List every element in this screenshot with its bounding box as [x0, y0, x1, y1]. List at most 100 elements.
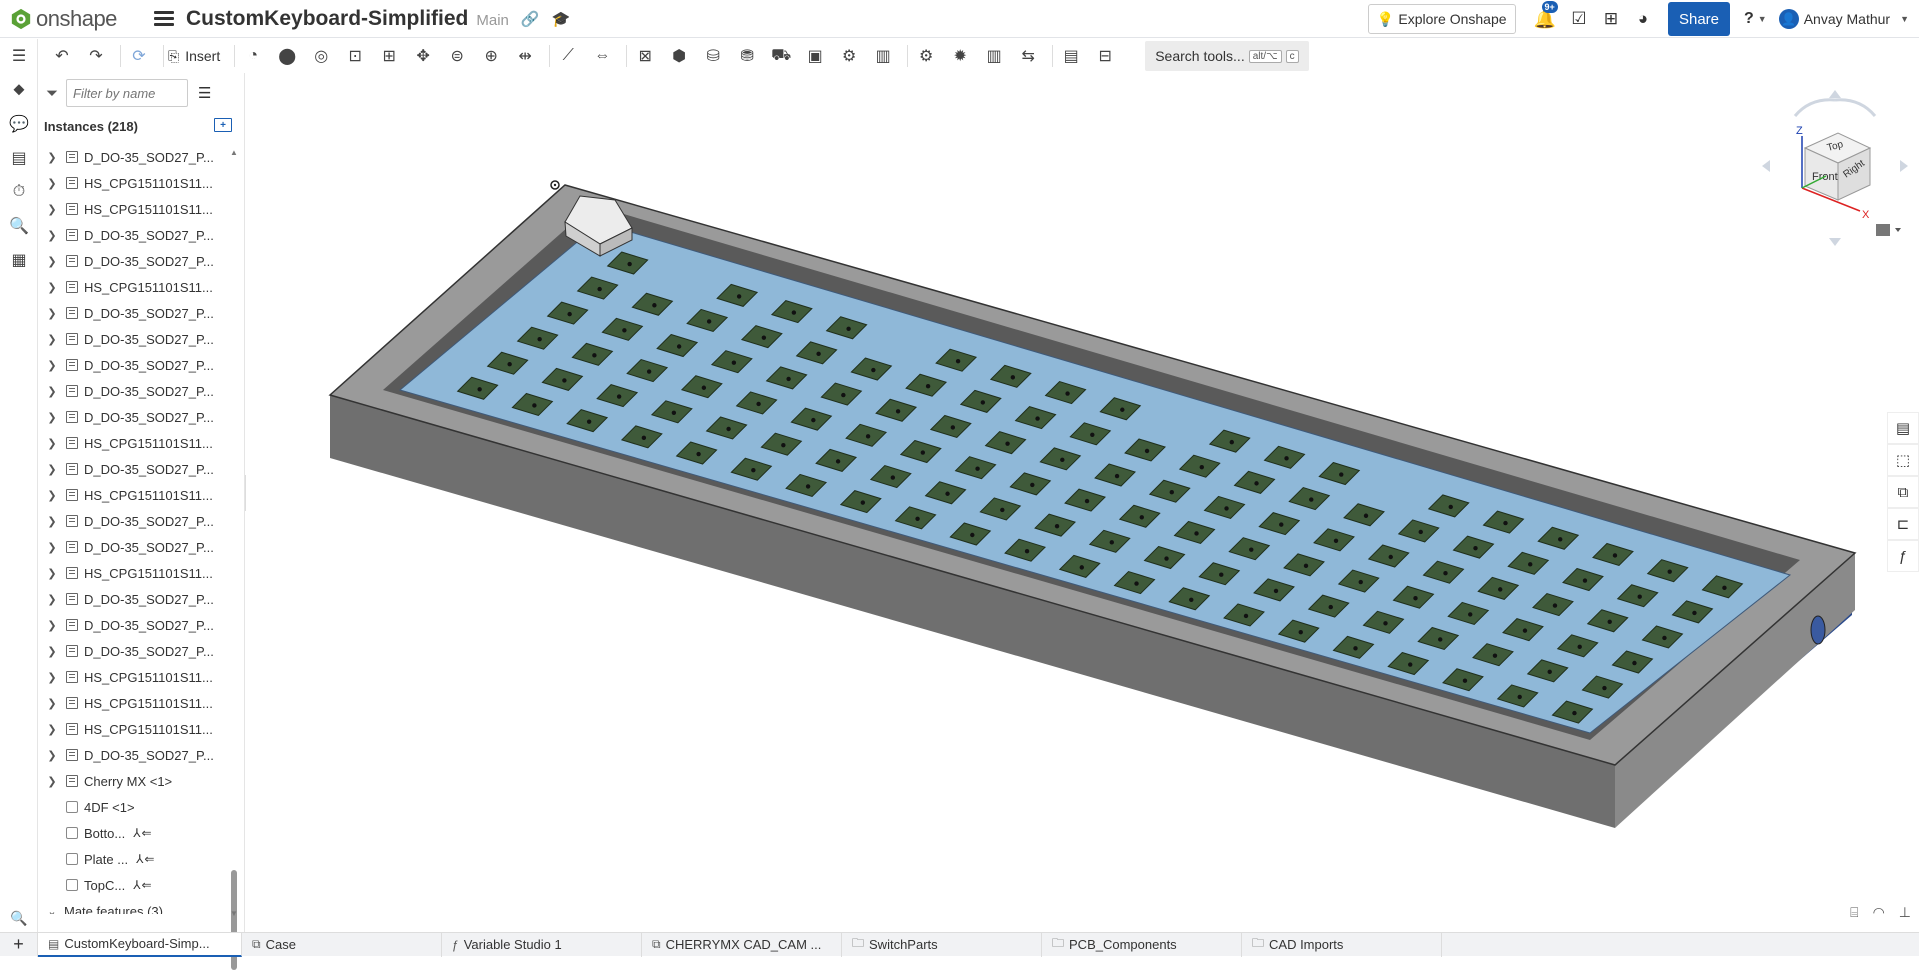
- graphics-viewport[interactable]: [246, 73, 1886, 932]
- tree-row[interactable]: ❯ HS_CPG151101S11...: [38, 560, 228, 586]
- width-mate-icon[interactable]: ⇔: [588, 43, 616, 69]
- document-tab[interactable]: ƒ Variable Studio 1: [442, 932, 642, 957]
- mate-connector-icon[interactable]: ⊠: [631, 43, 659, 69]
- user-chevron-down-icon[interactable]: ▼: [1900, 14, 1909, 24]
- share-button[interactable]: Share: [1667, 2, 1730, 36]
- rack-pinion-icon[interactable]: ⛃: [733, 43, 761, 69]
- document-tab[interactable]: 🗀 SwitchParts: [842, 932, 1042, 957]
- learning-center-icon[interactable]: 🎓: [552, 10, 571, 28]
- view-options-cube-icon[interactable]: [1876, 224, 1890, 236]
- section-tool-icon[interactable]: ⊥: [1899, 904, 1911, 921]
- usb-port[interactable]: [1810, 615, 1826, 645]
- section-view-icon[interactable]: ▥: [869, 43, 897, 69]
- palette-icon[interactable]: ◕: [1634, 9, 1652, 29]
- tasks-icon[interactable]: ☑: [1570, 9, 1588, 29]
- expand-chevron-icon[interactable]: ❯: [44, 281, 60, 294]
- history-icon[interactable]: ⏱: [0, 175, 38, 209]
- appearance-panel-icon[interactable]: 🔍: [0, 904, 38, 932]
- redo-icon[interactable]: ↷: [82, 43, 110, 69]
- tree-row[interactable]: ❯ D_DO-35_SOD27_P...: [38, 586, 228, 612]
- tree-row[interactable]: ❯ D_DO-35_SOD27_P...: [38, 144, 228, 170]
- linear-relation-icon[interactable]: ▣: [801, 43, 829, 69]
- view-cube[interactable]: Top Front Right Z X: [1760, 88, 1910, 248]
- measure-icon[interactable]: ▥: [980, 43, 1008, 69]
- pin-slot-mate-icon[interactable]: ⊜: [443, 43, 471, 69]
- collapse-chevron-icon[interactable]: ⌄: [44, 905, 60, 915]
- explode-icon[interactable]: ⚙: [835, 43, 863, 69]
- tree-row[interactable]: ❯ HS_CPG151101S11...: [38, 430, 228, 456]
- tree-row[interactable]: ❯ D_DO-35_SOD27_P...: [38, 248, 228, 274]
- appearance-panel-icon[interactable]: ⬚: [1887, 444, 1919, 476]
- help-icon[interactable]: ?: [1744, 10, 1754, 28]
- tree-row[interactable]: Botto... ⅄⇐: [38, 820, 228, 846]
- expand-chevron-icon[interactable]: ❯: [44, 255, 60, 268]
- expand-chevron-icon[interactable]: ❯: [44, 723, 60, 736]
- expand-chevron-icon[interactable]: ❯: [44, 619, 60, 632]
- document-tab[interactable]: ▤ CustomKeyboard-Simp...: [38, 932, 242, 957]
- expand-chevron-icon[interactable]: ❯: [44, 593, 60, 606]
- scroll-up-arrow-icon[interactable]: ▲: [230, 148, 238, 157]
- insert-button[interactable]: ⎘ Insert: [168, 48, 220, 65]
- expand-chevron-icon[interactable]: ❯: [44, 515, 60, 528]
- document-tab[interactable]: ⧉ CHERRYMX CAD_CAM ...: [642, 932, 842, 957]
- tangent-mate-icon[interactable]: ⟋: [554, 43, 582, 69]
- cylindrical-mate-icon[interactable]: ✥: [409, 43, 437, 69]
- expand-chevron-icon[interactable]: ❯: [44, 645, 60, 658]
- tree-row[interactable]: ❯ HS_CPG151101S11...: [38, 274, 228, 300]
- properties-icon[interactable]: ▦: [0, 243, 38, 277]
- expand-chevron-icon[interactable]: ❯: [44, 359, 60, 372]
- filter-by-name-input[interactable]: [66, 79, 189, 107]
- new-folder-icon[interactable]: +: [214, 118, 232, 132]
- tree-row[interactable]: Plate ... ⅄⇐: [38, 846, 228, 872]
- bill-of-materials-icon[interactable]: ▤: [0, 141, 38, 175]
- tree-row[interactable]: ❯ HS_CPG151101S11...: [38, 170, 228, 196]
- tree-row[interactable]: ❯ HS_CPG151101S11...: [38, 196, 228, 222]
- exploded-view-panel-icon[interactable]: ⊏: [1887, 508, 1919, 540]
- tree-row[interactable]: ❯ HS_CPG151101S11...: [38, 482, 228, 508]
- expand-chevron-icon[interactable]: ❯: [44, 541, 60, 554]
- expand-chevron-icon[interactable]: ❯: [44, 697, 60, 710]
- document-tab[interactable]: 🗀 PCB_Components: [1042, 932, 1242, 957]
- comments-icon[interactable]: 💬: [0, 107, 38, 141]
- group-icon[interactable]: ⬢: [665, 43, 693, 69]
- tree-row[interactable]: ❯ D_DO-35_SOD27_P...: [38, 612, 228, 638]
- screw-relation-icon[interactable]: ⛟: [767, 43, 795, 69]
- expand-chevron-icon[interactable]: ❯: [44, 749, 60, 762]
- ball-mate-icon[interactable]: ⊕: [477, 43, 505, 69]
- tree-row[interactable]: ❯ D_DO-35_SOD27_P...: [38, 378, 228, 404]
- search-tools-button[interactable]: Search tools... alt/⌥ c: [1145, 41, 1309, 71]
- gear-icon[interactable]: ✹: [946, 43, 974, 69]
- parallel-mate-icon[interactable]: ⇹: [511, 43, 539, 69]
- tree-row[interactable]: TopC... ⅄⇐: [38, 872, 228, 898]
- expand-chevron-icon[interactable]: ❯: [44, 567, 60, 580]
- tree-row[interactable]: ❯ D_DO-35_SOD27_P...: [38, 404, 228, 430]
- expand-chevron-icon[interactable]: ❯: [44, 203, 60, 216]
- settings-gear-icon[interactable]: ⚙: [912, 43, 940, 69]
- scroll-down-arrow-icon[interactable]: ▼: [230, 909, 238, 918]
- user-avatar-icon[interactable]: 👤: [1778, 9, 1799, 29]
- feature-list-icon[interactable]: ☰: [0, 39, 38, 73]
- undo-icon[interactable]: ↶: [48, 43, 76, 69]
- main-menu-icon[interactable]: [154, 11, 174, 26]
- document-title[interactable]: CustomKeyboard-Simplified: [186, 7, 468, 31]
- tree-row[interactable]: ❯ HS_CPG151101S11...: [38, 690, 228, 716]
- tree-row[interactable]: 4DF <1>: [38, 794, 228, 820]
- view-options-chevron-down-icon[interactable]: [1895, 228, 1901, 232]
- expand-chevron-icon[interactable]: ❯: [44, 151, 60, 164]
- render-mode-icon[interactable]: ◠: [1873, 904, 1885, 921]
- onshape-logo[interactable]: onshape: [10, 6, 140, 32]
- panel-scrollbar[interactable]: ▲ ▼: [228, 148, 240, 970]
- tree-row[interactable]: ❯ D_DO-35_SOD27_P...: [38, 326, 228, 352]
- list-view-icon[interactable]: ☰: [198, 84, 211, 102]
- mate-connector-panel-icon[interactable]: ⧉: [1887, 476, 1919, 508]
- search-parts-icon[interactable]: 🔍: [0, 209, 38, 243]
- tree-row[interactable]: ❯ Cherry MX <1>: [38, 768, 228, 794]
- tree-row[interactable]: ❯ HS_CPG151101S11...: [38, 716, 228, 742]
- expand-chevron-icon[interactable]: ❯: [44, 307, 60, 320]
- replicate-icon[interactable]: ◔: [239, 43, 267, 69]
- help-chevron-down-icon[interactable]: ▼: [1758, 14, 1767, 24]
- view-cube-graphic[interactable]: Top Front Right Z X: [1760, 88, 1910, 248]
- tree-row[interactable]: ❯ D_DO-35_SOD27_P...: [38, 508, 228, 534]
- tree-row[interactable]: ❯ D_DO-35_SOD27_P...: [38, 638, 228, 664]
- tree-row[interactable]: ❯ HS_CPG151101S11...: [38, 664, 228, 690]
